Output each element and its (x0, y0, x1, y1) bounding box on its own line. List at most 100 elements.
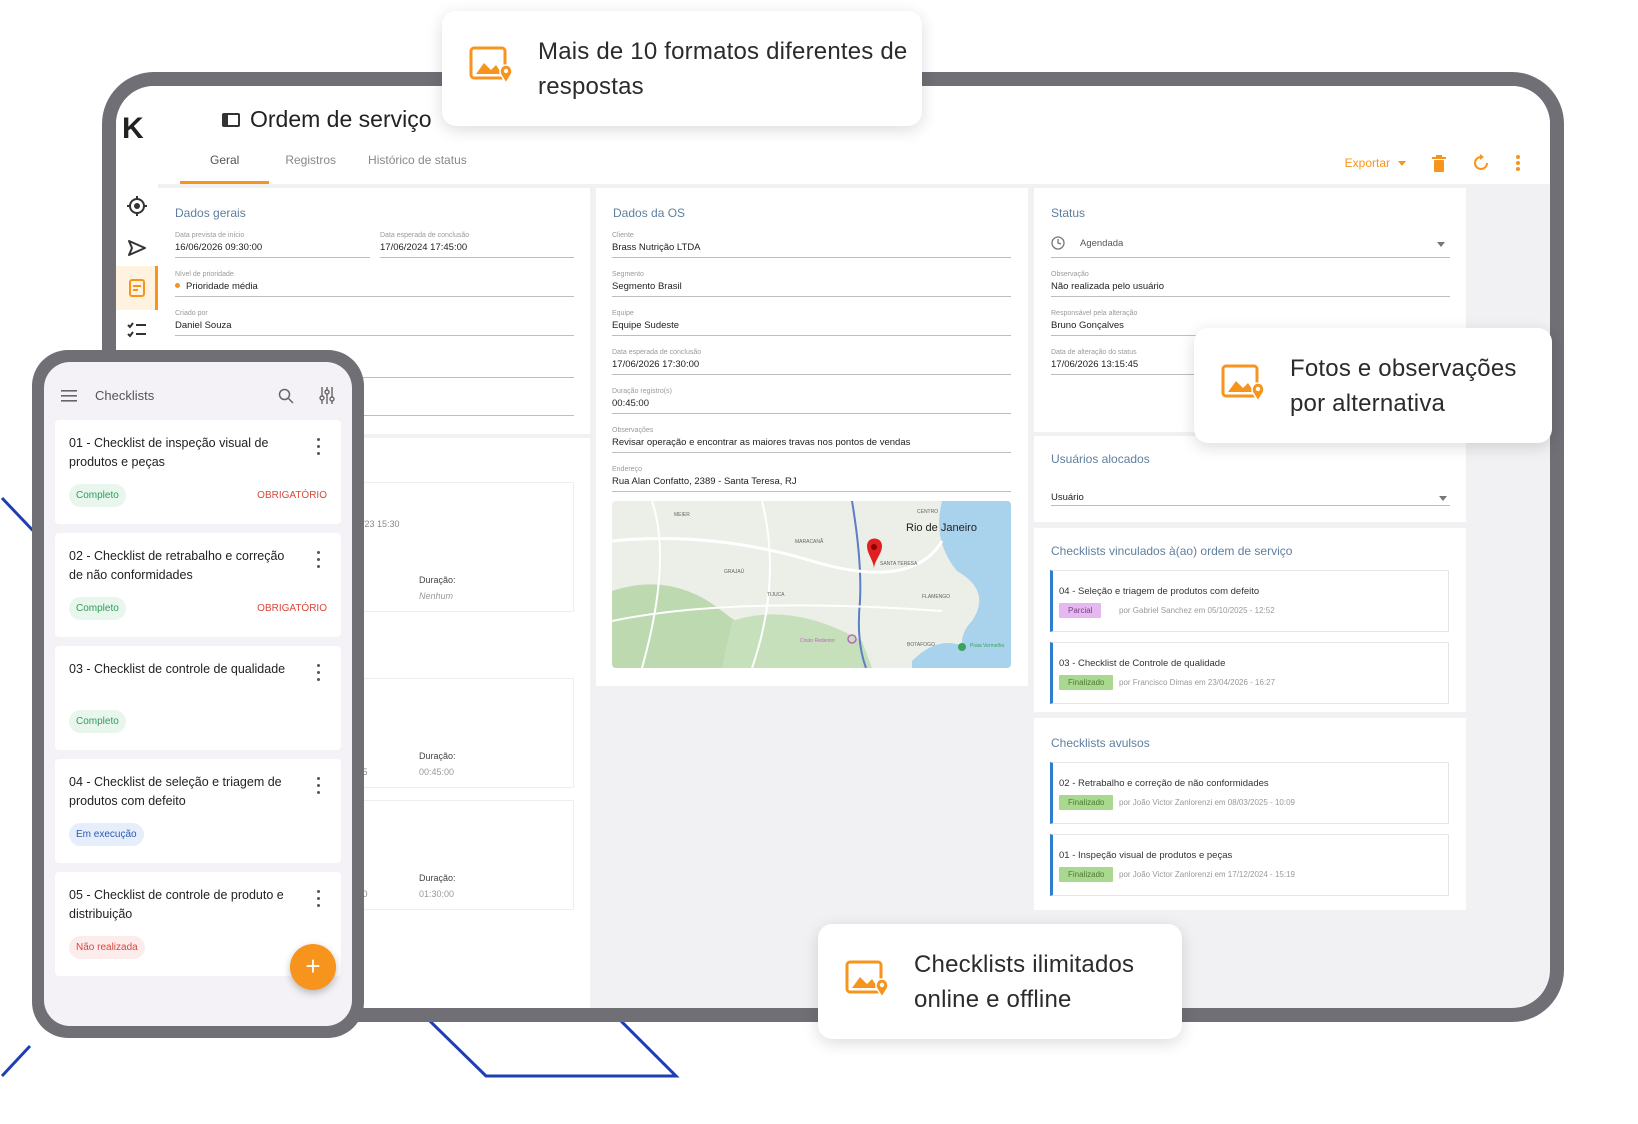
field-label: Observação (1051, 271, 1089, 278)
status-badge: Finalizado (1059, 795, 1114, 810)
map-label-tijuca: TIJUCA (767, 592, 785, 598)
list-item-meta: por João Victor Zanlorenzi em 08/03/2025… (1119, 798, 1295, 807)
map-label-centro: CENTRO (917, 509, 938, 515)
status-select[interactable]: Agendada (1051, 236, 1450, 258)
list-item-title: 03 - Checklist de Controle de qualidade (1059, 658, 1226, 669)
status-badge: Finalizado (1059, 867, 1114, 882)
checklist-item[interactable]: 02 - Checklist de retrabalho e correção … (55, 533, 341, 637)
phone-screen: Checklists 01 - Checklist de inspeção vi… (44, 362, 352, 1026)
image-location-icon (1221, 364, 1265, 403)
refresh-icon[interactable] (1472, 154, 1490, 172)
tab-historico[interactable]: Histórico de status (352, 148, 483, 184)
more-vertical-icon[interactable] (317, 664, 321, 685)
list-item[interactable]: 04 - Seleção e triagem de produtos com d… (1050, 570, 1449, 632)
usuario-select[interactable]: Usuário (1051, 490, 1450, 506)
trash-icon[interactable] (1432, 154, 1446, 172)
more-vertical-icon[interactable] (317, 777, 321, 798)
registro-item[interactable]: 2/23 15:30 Duração: Nenhum (348, 482, 574, 612)
field-label: Duração registro(s) (612, 388, 672, 395)
filter-sliders-icon[interactable] (319, 387, 335, 404)
status-badge: Parcial (1059, 603, 1102, 618)
tab-geral[interactable]: Geral (180, 148, 270, 184)
field-value: Segmento Brasil (612, 281, 682, 292)
field-duracao[interactable]: Duração registro(s) 00:45:00 (612, 388, 1011, 414)
more-vertical-icon[interactable] (317, 551, 321, 572)
list-item-meta: por João Victor Zanlorenzi em 17/12/2024… (1119, 870, 1295, 879)
checklist-item-name: 03 - Checklist de controle de qualidade (69, 662, 286, 676)
location-map[interactable]: Rio de Janeiro MEIER MARACANÃ GRAJAÚ TIJ… (612, 501, 1011, 668)
callout-formats: Mais de 10 formatos diferentes de respos… (442, 11, 922, 126)
map-label-meier: MEIER (674, 512, 690, 518)
field-label: Segmento (612, 271, 644, 278)
card-usuarios: Usuários alocados Usuário (1034, 436, 1466, 522)
send-icon[interactable] (125, 236, 149, 260)
field-value: Daniel Souza (175, 320, 232, 331)
phone-header: Checklists (44, 362, 352, 418)
field-value: Rua Alan Confatto, 2389 - Santa Teresa, … (612, 476, 797, 487)
checklist-item[interactable]: 03 - Checklist de controle de qualidade … (55, 646, 341, 750)
page-title: Ordem de serviço (222, 106, 432, 133)
status-badge: Completo (69, 597, 126, 620)
registro-duration-label: Duração: (419, 751, 456, 761)
registro-duration-value: 00:45:00 (419, 767, 455, 777)
checklist-item-name: 02 - Checklist de retrabalho e correção … (69, 549, 285, 582)
field-data-conclusao-os[interactable]: Data esperada de conclusão 17/06/2026 17… (612, 349, 1011, 375)
card-checklists-vinculados: Checklists vinculados à(ao) ordem de ser… (1034, 528, 1466, 712)
map-label-cristo: Cristo Redentor (800, 638, 835, 644)
field-data-inicio[interactable]: Data prevista de início 16/06/2026 09:30… (175, 232, 370, 258)
export-label: Exportar (1344, 156, 1390, 170)
field-value: Não realizada pelo usuário (1051, 281, 1165, 292)
field-criado-por[interactable]: Criado por Daniel Souza (175, 310, 574, 336)
field-label: Data esperada de conclusão (380, 232, 470, 239)
menu-icon[interactable] (61, 390, 77, 402)
field-label: Data esperada de conclusão (612, 349, 702, 356)
field-observacoes[interactable]: Observações Revisar operação e encontrar… (612, 427, 1011, 453)
document-icon[interactable] (125, 276, 149, 300)
field-prioridade[interactable]: Nível de prioridade Prioridade média (175, 271, 574, 297)
checklist-item[interactable]: 01 - Checklist de inspeção visual de pro… (55, 420, 341, 524)
search-icon[interactable] (278, 388, 294, 404)
list-item-meta: por Gabriel Sanchez em 05/10/2025 - 12:5… (1119, 606, 1275, 615)
registro-duration-label: Duração: (419, 873, 456, 883)
registro-item[interactable]: :30 Duração: 01:30:00 (348, 800, 574, 910)
checklist-icon[interactable] (125, 318, 149, 342)
add-button[interactable]: + (290, 944, 336, 990)
field-label: Data prevista de início (175, 232, 245, 239)
field-data-conclusao[interactable]: Data esperada de conclusão 17/06/2024 17… (380, 232, 574, 258)
status-title: Status (1051, 206, 1086, 220)
required-label: OBRIGATÓRIO (257, 490, 327, 501)
image-location-icon (845, 960, 889, 999)
list-item-meta: por Francisco Dimas em 23/04/2026 - 16:2… (1119, 678, 1276, 687)
chevron-down-icon (1439, 496, 1447, 501)
map-city-label: Rio de Janeiro (906, 522, 977, 534)
more-vertical-icon[interactable] (1516, 155, 1520, 171)
list-item[interactable]: 02 - Retrabalho e correção de não confor… (1050, 762, 1449, 824)
more-vertical-icon[interactable] (317, 890, 321, 911)
status-badge: Completo (69, 484, 126, 507)
field-endereco[interactable]: Endereço Rua Alan Confatto, 2389 - Santa… (612, 466, 1011, 492)
field-equipe[interactable]: Equipe Equipe Sudeste (612, 310, 1011, 336)
map-label-botafogo: BOTAFOGO (907, 642, 935, 648)
phone-title: Checklists (95, 388, 155, 403)
tab-registros[interactable]: Registros (269, 148, 352, 184)
map-label-flamengo: FLAMENGO (922, 594, 950, 600)
more-vertical-icon[interactable] (317, 438, 321, 459)
panel-icon[interactable] (222, 112, 240, 127)
map-label-praia: Praia Vermelha (970, 643, 1004, 649)
phone-frame: Checklists 01 - Checklist de inspeção vi… (32, 350, 364, 1038)
field-label: Endereço (612, 466, 642, 473)
field-cliente[interactable]: Cliente Brass Nutrição LTDA (612, 232, 1011, 258)
field-segmento[interactable]: Segmento Segmento Brasil (612, 271, 1011, 297)
checklist-item-name: 05 - Checklist de controle de produto e … (69, 888, 284, 921)
registro-item[interactable]: :45 Duração: 00:45:00 (348, 678, 574, 788)
dados-gerais-title: Dados gerais (175, 206, 246, 220)
status-badge: Finalizado (1059, 675, 1114, 690)
field-observacao[interactable]: Observação Não realizada pelo usuário (1051, 271, 1450, 297)
callout-photos-text: Fotos e observações por alternativa (1290, 355, 1517, 417)
list-item[interactable]: 01 - Inspeção visual de produtos e peças… (1050, 834, 1449, 896)
export-button[interactable]: Exportar (1345, 156, 1406, 170)
list-item[interactable]: 03 - Checklist de Controle de qualidade … (1050, 642, 1449, 704)
toolbar-actions: Exportar (1345, 154, 1520, 172)
checklist-item[interactable]: 04 - Checklist de seleção e triagem de p… (55, 759, 341, 863)
target-icon[interactable] (125, 194, 149, 218)
